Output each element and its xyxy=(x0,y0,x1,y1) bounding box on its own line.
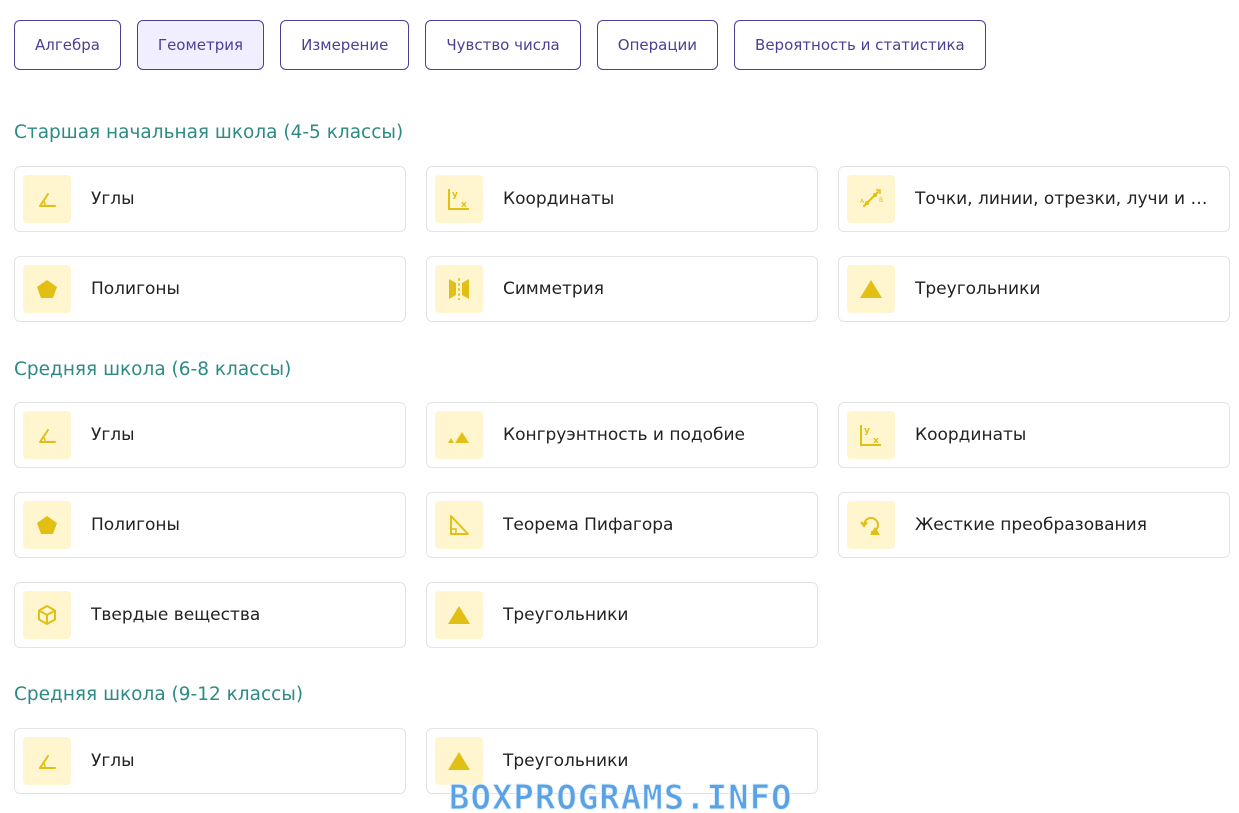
topic-label: Конгруэнтность и подобие xyxy=(503,425,746,445)
pentagon-icon xyxy=(23,265,71,313)
topic-card-coordinates[interactable]: yx Координаты xyxy=(838,402,1230,468)
topic-card-congruence-similarity[interactable]: Конгруэнтность и подобие xyxy=(426,402,818,468)
svg-text:x: x xyxy=(873,436,879,446)
coordinates-icon: yx xyxy=(435,175,483,223)
topic-card-polygons[interactable]: Полигоны xyxy=(14,256,406,322)
topic-card-triangles[interactable]: Треугольники xyxy=(838,256,1230,322)
topic-label: Твердые вещества xyxy=(91,605,261,625)
angle-icon xyxy=(23,737,71,785)
topic-label: Полигоны xyxy=(91,279,180,299)
svg-text:y: y xyxy=(864,426,870,436)
topic-card-pythagorean-theorem[interactable]: Теорема Пифагора xyxy=(426,492,818,558)
rotation-icon xyxy=(847,501,895,549)
angle-icon xyxy=(23,175,71,223)
section-title-grades-9-12: Средняя школа (9-12 классы) xyxy=(14,684,304,705)
topic-label: Теорема Пифагора xyxy=(503,515,674,535)
topic-label: Координаты xyxy=(915,425,1027,445)
coordinates-icon: yx xyxy=(847,411,895,459)
right-triangle-icon xyxy=(435,501,483,549)
topic-label: Треугольники xyxy=(915,279,1041,299)
triangle-icon xyxy=(435,591,483,639)
line-segment-icon: AB xyxy=(847,175,895,223)
triangle-icon xyxy=(847,265,895,313)
topic-card-solids[interactable]: Твердые вещества xyxy=(14,582,406,648)
topic-label: Углы xyxy=(91,751,135,771)
topic-card-rigid-transformations[interactable]: Жесткие преобразования xyxy=(838,492,1230,558)
tab-number-sense[interactable]: Чувство числа xyxy=(425,20,581,70)
topic-label: Углы xyxy=(91,189,135,209)
cube-icon xyxy=(23,591,71,639)
topic-card-angles[interactable]: Углы xyxy=(14,402,406,468)
tab-operations[interactable]: Операции xyxy=(596,20,719,70)
symmetry-icon xyxy=(435,265,483,313)
topic-card-polygons[interactable]: Полигоны xyxy=(14,492,406,558)
svg-text:B: B xyxy=(879,197,883,204)
topic-label: Углы xyxy=(91,425,135,445)
topic-card-points-lines[interactable]: AB Точки, линии, отрезки, лучи и плоскос… xyxy=(838,166,1230,232)
topic-label: Точки, линии, отрезки, лучи и плоскости xyxy=(915,189,1210,209)
angle-icon xyxy=(23,411,71,459)
topic-card-coordinates[interactable]: yx Координаты xyxy=(426,166,818,232)
topic-label: Симметрия xyxy=(503,279,604,299)
topic-card-angles[interactable]: Углы xyxy=(14,166,406,232)
watermark: BOXPROGRAMS.INFO xyxy=(449,778,793,813)
tab-algebra[interactable]: Алгебра xyxy=(14,20,121,70)
topic-card-angles[interactable]: Углы xyxy=(14,728,406,794)
category-tabs: Алгебра Геометрия Измерение Чувство числ… xyxy=(14,20,1002,70)
svg-text:y: y xyxy=(452,190,458,200)
section-title-grades-4-5: Старшая начальная школа (4-5 классы) xyxy=(14,122,404,143)
tab-geometry[interactable]: Геометрия xyxy=(136,20,265,70)
topic-label: Жесткие преобразования xyxy=(915,515,1147,535)
section-title-grades-6-8: Средняя школа (6-8 классы) xyxy=(14,359,292,380)
topic-label: Треугольники xyxy=(503,605,629,625)
topic-card-triangles[interactable]: Треугольники xyxy=(426,582,818,648)
similar-triangles-icon xyxy=(435,411,483,459)
topic-label: Полигоны xyxy=(91,515,180,535)
svg-text:A: A xyxy=(860,198,865,205)
topic-label: Треугольники xyxy=(503,751,629,771)
svg-text:x: x xyxy=(461,200,467,210)
topic-card-symmetry[interactable]: Симметрия xyxy=(426,256,818,322)
tab-measurement[interactable]: Измерение xyxy=(280,20,410,70)
topic-label: Координаты xyxy=(503,189,615,209)
tab-probability-statistics[interactable]: Вероятность и статистика xyxy=(734,20,986,70)
pentagon-icon xyxy=(23,501,71,549)
